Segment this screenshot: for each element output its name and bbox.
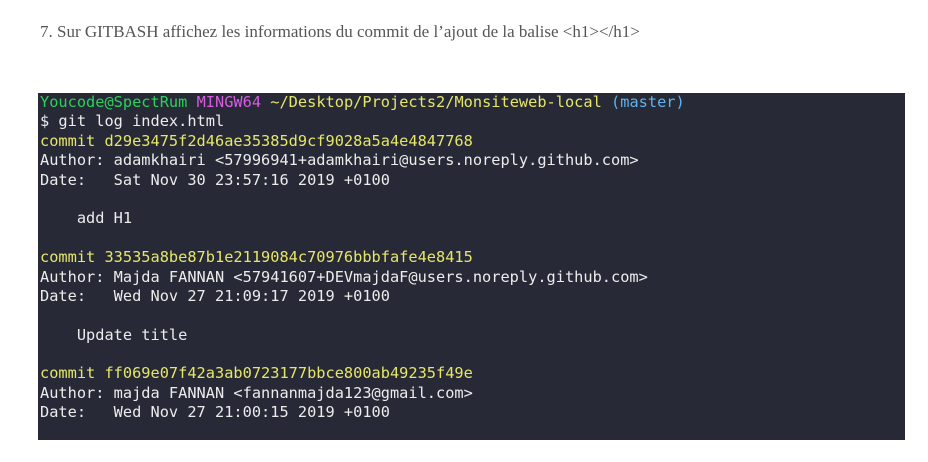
commit-date-line: Date: Wed Nov 27 21:09:17 2019 +0100 [40, 286, 390, 305]
instruction-text: 7. Sur GITBASH affichez les informations… [40, 22, 640, 41]
prompt-env: MINGW64 [196, 93, 262, 111]
commit-message-line: Update title [40, 325, 188, 344]
commit-hash-line: commit ff069e07f42a3ab0723177bbce800ab49… [40, 364, 473, 383]
commit-date-line: Date: Wed Nov 27 21:00:15 2019 +0100 [40, 403, 390, 422]
page: 7. Sur GITBASH affichez les informations… [0, 0, 928, 462]
git-bash-terminal[interactable]: Youcode@SpectRum MINGW64 ~/Desktop/Proje… [38, 93, 905, 440]
commit-author-line: Author: majda FANNAN <fannanmajda123@gma… [40, 383, 473, 402]
terminal-command-line: $ git log index.html [40, 112, 225, 131]
commit-date-line: Date: Sat Nov 30 23:57:16 2019 +0100 [40, 170, 390, 189]
commit-message-line: add H1 [40, 209, 133, 228]
terminal-prompt-line: Youcode@SpectRum MINGW64 ~/Desktop/Proje… [40, 93, 905, 112]
commit-hash-line: commit d29e3475f2d46ae35385d9cf9028a5a4e… [40, 131, 473, 150]
commit-author-line: Author: Majda FANNAN <57941607+DEVmajdaF… [40, 267, 648, 286]
commit-author-line: Author: adamkhairi <57996941+adamkhairi@… [40, 151, 639, 170]
prompt-path: ~/Desktop/Projects2/Monsiteweb-local [270, 93, 602, 111]
prompt-branch: (master) [611, 93, 685, 111]
prompt-user-host: Youcode@SpectRum [40, 93, 188, 111]
commit-hash-line: commit 33535a8be87b1e2119084c70976bbbfaf… [40, 248, 473, 267]
